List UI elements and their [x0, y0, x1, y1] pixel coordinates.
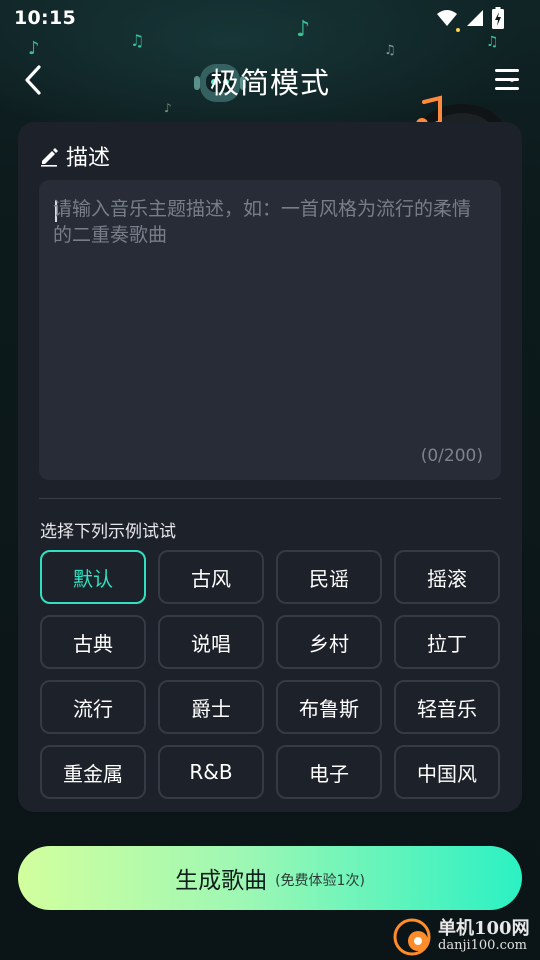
battery-icon — [492, 7, 504, 29]
wifi-icon — [437, 10, 457, 26]
genre-tag[interactable]: 默认 — [40, 550, 146, 604]
description-textarea[interactable]: 请输入音乐主题描述，如：一首风格为流行的柔情的二重奏歌曲 (0/200) — [39, 180, 501, 480]
genre-tag[interactable]: 爵士 — [158, 680, 264, 734]
signal-icon — [467, 10, 483, 26]
genre-tag[interactable]: 轻音乐 — [394, 680, 500, 734]
genre-tag-grid: 默认 古风 民谣 摇滚 古典 说唱 乡村 拉丁 流行 爵士 布鲁斯 轻音乐 重金… — [40, 550, 502, 799]
description-title: 描述 — [66, 146, 111, 171]
generate-label: 生成歌曲 — [175, 868, 268, 894]
divider — [39, 498, 501, 499]
edit-pencil-icon — [41, 148, 58, 167]
watermark-logo-icon — [393, 918, 431, 956]
generate-song-button[interactable]: 生成歌曲 (免费体验1次) — [18, 846, 522, 910]
watermark: 单机100网 danji100.com — [392, 914, 540, 960]
genre-tag[interactable]: 电子 — [276, 745, 382, 799]
status-bar: 10:15 — [0, 0, 540, 36]
menu-button[interactable] — [492, 66, 522, 94]
watermark-name: 单机100网 — [438, 918, 530, 939]
examples-label: 选择下列示例试试 — [40, 522, 176, 542]
genre-tag[interactable]: 中国风 — [394, 745, 500, 799]
generate-free-note: (免费体验1次) — [275, 873, 365, 889]
hamburger-menu-icon — [495, 69, 519, 90]
genre-tag[interactable]: 古风 — [158, 550, 264, 604]
watermark-text: 单机100网 danji100.com — [438, 920, 530, 954]
genre-tag[interactable]: 乡村 — [276, 615, 382, 669]
genre-tag[interactable]: 流行 — [40, 680, 146, 734]
char-count: (0/200) — [420, 446, 483, 466]
genre-tag[interactable]: R&B — [158, 745, 264, 799]
genre-tag[interactable]: 说唱 — [158, 615, 264, 669]
watermark-url: danji100.com — [438, 938, 528, 953]
description-section-title: 描述 — [38, 140, 110, 172]
description-placeholder: 请输入音乐主题描述，如：一首风格为流行的柔情的二重奏歌曲 — [53, 198, 472, 246]
genre-tag[interactable]: 重金属 — [40, 745, 146, 799]
genre-tag[interactable]: 拉丁 — [394, 615, 500, 669]
genre-tag[interactable]: 布鲁斯 — [276, 680, 382, 734]
genre-tag[interactable]: 民谣 — [276, 550, 382, 604]
status-icons — [436, 7, 504, 29]
genre-tag[interactable]: 摇滚 — [394, 550, 500, 604]
genre-tag[interactable]: 古典 — [40, 615, 146, 669]
status-time: 10:15 — [14, 7, 76, 29]
header: 极简模式 — [0, 44, 540, 164]
description-card: 描述 请输入音乐主题描述，如：一首风格为流行的柔情的二重奏歌曲 (0/200) … — [18, 122, 522, 812]
